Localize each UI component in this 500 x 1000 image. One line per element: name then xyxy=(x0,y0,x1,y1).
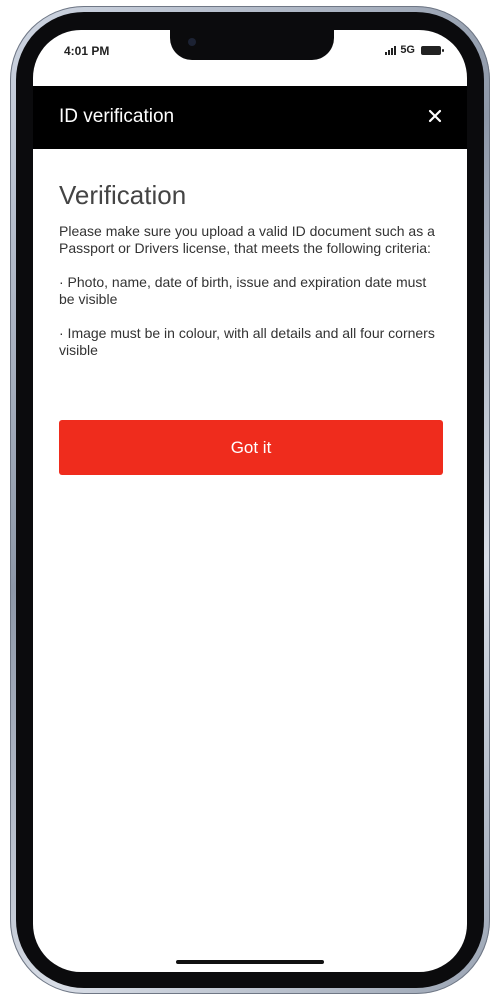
signal-icon xyxy=(385,45,397,55)
intro-text: Please make sure you upload a valid ID d… xyxy=(59,223,435,256)
got-it-button[interactable]: Got it xyxy=(59,420,443,475)
camera-icon xyxy=(188,38,196,46)
criteria-item: · Image must be in colour, with all deta… xyxy=(59,325,435,358)
screen: 4:01 PM 5G ID verification Verification … xyxy=(33,30,467,972)
status-time: 4:01 PM xyxy=(64,44,110,58)
criteria-item: · Photo, name, date of birth, issue and … xyxy=(59,274,427,307)
status-indicators: 5G xyxy=(385,44,444,56)
battery-icon xyxy=(421,45,444,55)
header-title: ID verification xyxy=(59,106,175,127)
notch xyxy=(170,30,334,60)
verification-content: Verification Please make sure you upload… xyxy=(59,180,443,376)
close-icon[interactable] xyxy=(423,104,447,128)
modal-header: ID verification xyxy=(33,86,467,149)
home-indicator[interactable] xyxy=(176,960,324,964)
network-label: 5G xyxy=(400,44,415,56)
page-title: Verification xyxy=(59,180,187,210)
